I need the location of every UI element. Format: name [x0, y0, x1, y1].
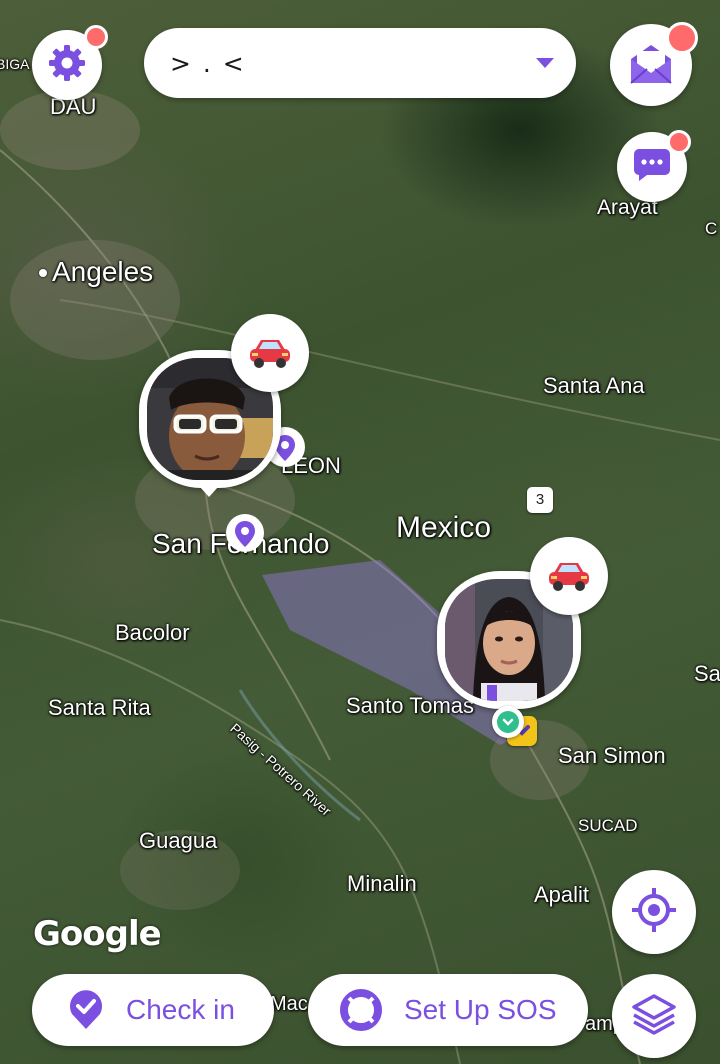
status-check-icon [492, 706, 524, 738]
map-label-apalit: Apalit [534, 882, 590, 907]
place-pin-icon[interactable] [225, 513, 265, 562]
car-icon [231, 314, 309, 392]
city-dot [39, 269, 47, 277]
check-pin-icon [68, 990, 104, 1030]
check-in-label: Check in [126, 994, 235, 1025]
car-icon [530, 537, 608, 615]
crosshair-icon [631, 887, 677, 938]
map-label-biga: BIGA [0, 56, 30, 72]
chat-icon [633, 147, 671, 188]
map-label-mac: Mac [270, 993, 308, 1015]
gear-icon [47, 43, 87, 88]
map-label-santa-rita: Santa Rita [48, 695, 151, 720]
map-label-santa-ana: Santa Ana [543, 373, 645, 398]
lifebuoy-icon [340, 989, 382, 1031]
circle-selector[interactable]: > . < [144, 28, 576, 98]
circle-name: > . < [170, 49, 246, 78]
recenter-button[interactable] [612, 870, 696, 954]
set-up-sos-label: Set Up SOS [404, 994, 557, 1025]
map-label-minalin: Minalin [347, 871, 417, 896]
map-label-mexico: Mexico [396, 511, 492, 544]
map-label-bacolor: Bacolor [115, 620, 190, 645]
map-label-guagua: Guagua [139, 828, 218, 853]
chevron-down-icon [536, 58, 554, 68]
map-label-angeles: Angeles [52, 256, 154, 287]
map-layers-button[interactable] [612, 974, 696, 1058]
map-label-c: C [705, 219, 718, 238]
google-logo: Google [33, 914, 162, 954]
route-shield: 3 [527, 487, 553, 513]
notification-badge [667, 130, 691, 154]
set-up-sos-button[interactable]: Set Up SOS [308, 974, 588, 1046]
check-in-button[interactable]: Check in [32, 974, 274, 1046]
map-label-san-simon: San Simon [558, 743, 666, 768]
layers-icon [631, 992, 677, 1041]
notification-badge [666, 22, 698, 54]
map-label-sa: Sa [694, 661, 720, 686]
notification-badge [84, 25, 108, 49]
map-label-santo-tomas: Santo Tomas [346, 693, 475, 718]
map-label-sucad: SUCAD [578, 816, 638, 835]
